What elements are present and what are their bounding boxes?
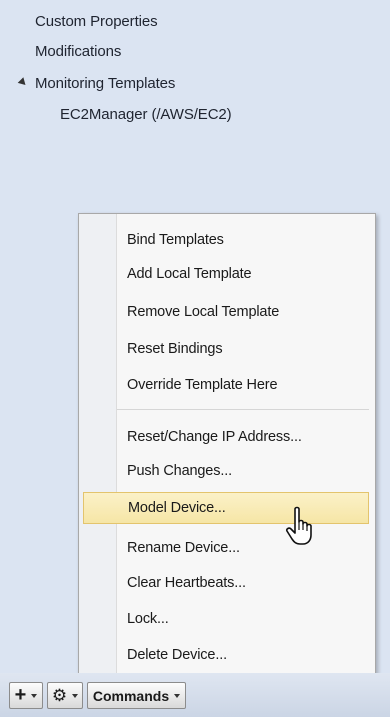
add-menu-button[interactable]: + [9, 682, 43, 709]
menu-item-clear-heartbeats[interactable]: Clear Heartbeats... [83, 567, 369, 599]
menu-separator [117, 409, 369, 410]
menu-item-delete-device[interactable]: Delete Device... [83, 639, 369, 671]
menu-item-model-device[interactable]: Model Device... [83, 492, 369, 524]
gear-icon: ⚙ [51, 686, 68, 705]
tree-item-ec2manager[interactable]: EC2Manager (/AWS/EC2) [60, 106, 232, 124]
tree-item-custom-properties[interactable]: Custom Properties [35, 13, 158, 31]
chevron-down-icon [174, 693, 181, 698]
action-menu-button[interactable]: ⚙ [47, 682, 83, 709]
tree-item-modifications[interactable]: Modifications [35, 43, 121, 61]
chevron-down-icon [72, 693, 79, 698]
chevron-down-icon [31, 693, 38, 698]
hand-pointer-cursor-icon [286, 506, 312, 545]
commands-context-menu: Bind Templates Add Local Template Remove… [78, 213, 376, 674]
tree-item-label: Modifications [35, 43, 122, 60]
tree-item-label: Custom Properties [35, 13, 158, 30]
menu-item-bind-templates[interactable]: Bind Templates [83, 224, 369, 256]
menu-item-rename-device[interactable]: Rename Device... [83, 532, 369, 564]
expand-triangle-icon[interactable] [17, 77, 29, 88]
commands-button-label: Commands [92, 687, 170, 704]
menu-item-add-local-template[interactable]: Add Local Template [83, 258, 369, 290]
bottom-toolbar: + ⚙ Commands [0, 673, 390, 717]
menu-item-override-template-here[interactable]: Override Template Here [83, 369, 369, 401]
menu-item-reset-change-ip-address[interactable]: Reset/Change IP Address... [83, 421, 369, 453]
commands-menu-button[interactable]: Commands [87, 682, 186, 709]
tree-item-label: EC2Manager (/AWS/EC2) [60, 106, 232, 123]
plus-icon: + [14, 683, 27, 706]
menu-item-remove-local-template[interactable]: Remove Local Template [83, 296, 369, 328]
menu-item-lock[interactable]: Lock... [83, 603, 369, 635]
menu-item-push-changes[interactable]: Push Changes... [83, 455, 369, 487]
menu-item-reset-bindings[interactable]: Reset Bindings [83, 333, 369, 365]
tree-item-label: Monitoring Templates [35, 75, 176, 92]
tree-item-monitoring-templates[interactable]: Monitoring Templates [17, 75, 176, 93]
